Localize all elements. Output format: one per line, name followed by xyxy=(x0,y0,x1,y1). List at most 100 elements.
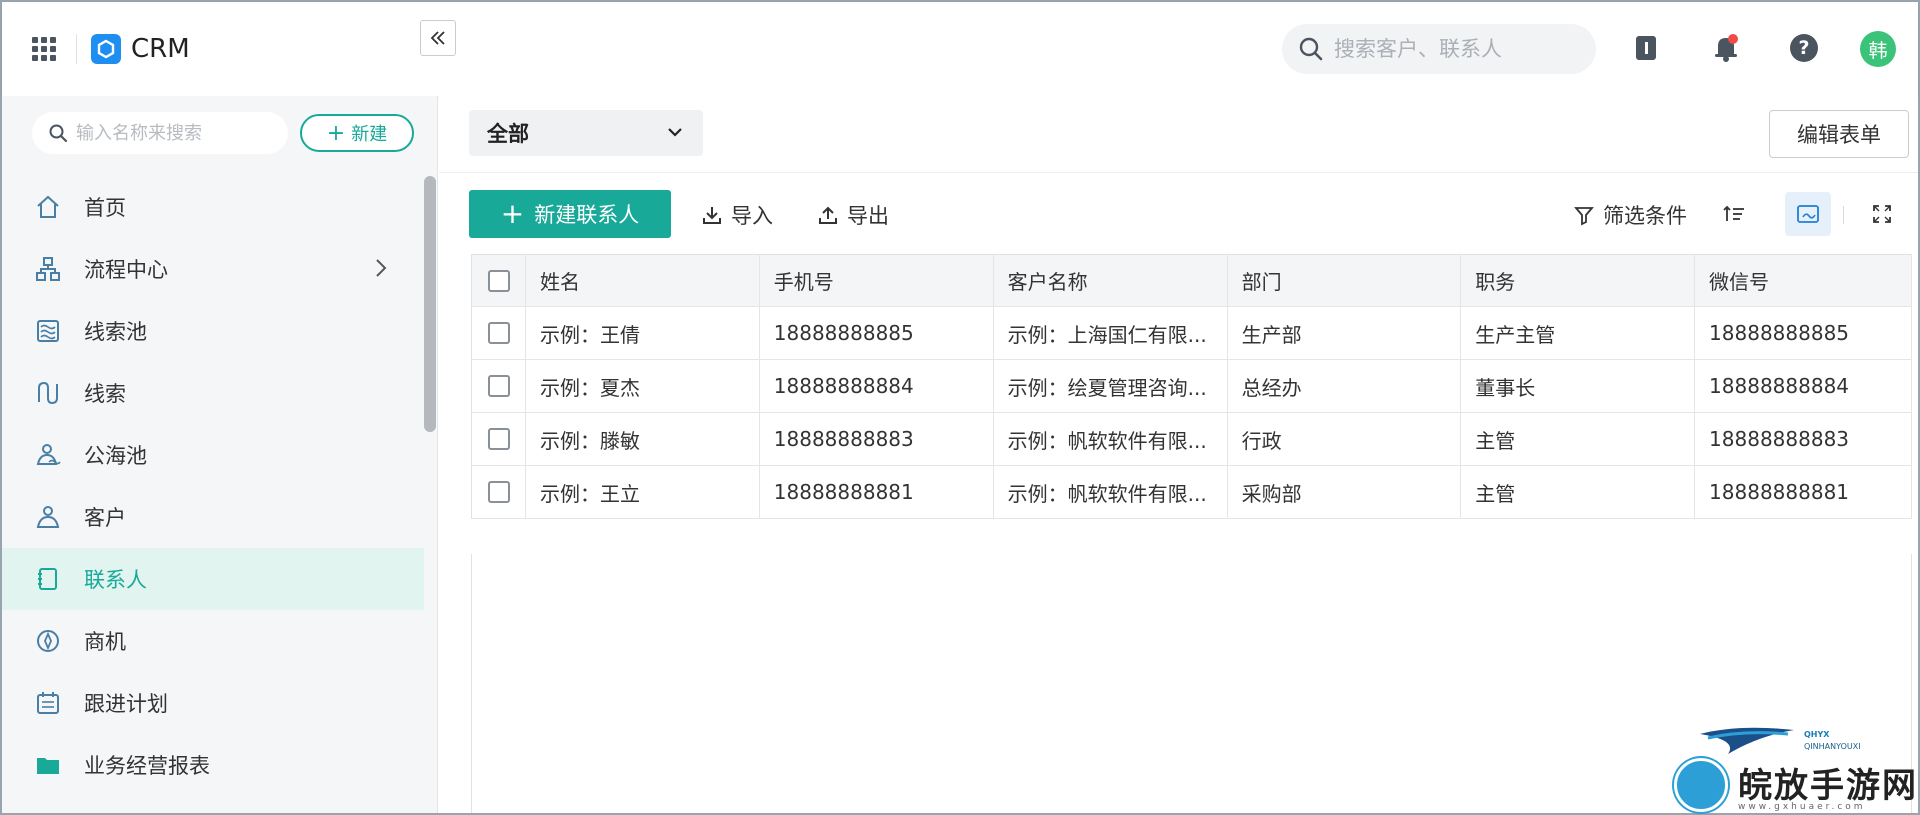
sidebar-item-label: 线索 xyxy=(84,382,126,406)
row-checkbox[interactable] xyxy=(488,481,510,503)
watermark-brand: QHYX xyxy=(1804,730,1830,739)
new-contact-button[interactable]: + 新建联系人 xyxy=(469,190,671,238)
column-header[interactable]: 客户名称 xyxy=(993,254,1228,307)
cell-department: 采购部 xyxy=(1227,465,1462,519)
sidebar-item-label: 联系人 xyxy=(84,568,147,592)
row-checkbox[interactable] xyxy=(488,322,510,344)
row-checkbox[interactable] xyxy=(488,375,510,397)
home-icon xyxy=(34,193,62,221)
sidebar-item-business-report[interactable]: 业务经营报表 xyxy=(2,734,424,796)
cell-wechat: 18888888881 xyxy=(1694,465,1912,519)
public-pool-icon xyxy=(34,441,62,469)
watermark-url: www.gxhuaer.com xyxy=(1738,802,1866,812)
notification-bell-icon[interactable] xyxy=(1710,32,1742,64)
sort-icon xyxy=(1723,205,1744,221)
cell-phone: 18888888885 xyxy=(759,306,994,360)
sidebar-item-flow-center[interactable]: 流程中心 xyxy=(2,238,424,300)
row-select-cell xyxy=(471,465,526,519)
export-label: 导出 xyxy=(847,204,889,228)
chevron-down-icon xyxy=(665,122,685,147)
column-header[interactable]: 职务 xyxy=(1460,254,1696,307)
cell-phone: 18888888884 xyxy=(759,359,994,413)
customer-icon xyxy=(34,503,62,531)
row-select-cell xyxy=(471,359,526,413)
table-row[interactable]: 示例：王立 18888888881 示例：帆软软件有限... 采购部 主管 18… xyxy=(471,465,1912,519)
sidebar-item-opportunity[interactable]: 商机 xyxy=(2,610,424,672)
import-button[interactable]: 导入 xyxy=(701,200,773,230)
flow-icon xyxy=(34,255,62,283)
column-header[interactable]: 手机号 xyxy=(759,254,994,307)
sidebar-new-button[interactable]: + 新建 xyxy=(300,114,414,152)
filter-button[interactable]: 筛选条件 xyxy=(1573,200,1687,230)
cell-position: 生产主管 xyxy=(1460,306,1696,360)
row-select-cell xyxy=(471,306,526,360)
sidebar-item-contacts[interactable]: 联系人 xyxy=(2,548,424,610)
sidebar: + 新建 首页 流程中心 线索池 线索 公海池 客户 xyxy=(2,96,438,813)
sidebar-item-label: 公海池 xyxy=(84,444,147,468)
cell-customer[interactable]: 示例：帆软软件有限... xyxy=(993,465,1228,519)
watermark-octopus-icon xyxy=(1674,758,1728,812)
watermark-swoosh-icon xyxy=(1700,727,1794,754)
sidebar-item-label: 商机 xyxy=(84,630,126,654)
app-logo[interactable]: CRM xyxy=(91,34,190,64)
cell-department: 生产部 xyxy=(1227,306,1462,360)
sidebar-scrollbar[interactable] xyxy=(424,176,436,432)
cell-customer[interactable]: 示例：绘夏管理咨询... xyxy=(993,359,1228,413)
upload-icon xyxy=(819,206,837,224)
select-all-checkbox[interactable] xyxy=(488,269,510,292)
app-grid-icon[interactable] xyxy=(32,37,56,61)
new-contact-label: 新建联系人 xyxy=(534,203,640,227)
sidebar-nav: 首页 流程中心 线索池 线索 公海池 客户 联系人 商机 跟进计划 业务经营报表 xyxy=(2,176,424,796)
import-label: 导入 xyxy=(731,204,773,228)
export-button[interactable]: 导出 xyxy=(817,200,889,230)
row-checkbox[interactable] xyxy=(488,428,510,450)
column-header[interactable]: 姓名 xyxy=(525,254,760,307)
sidebar-item-label: 跟进计划 xyxy=(84,692,168,716)
sidebar-item-public-pool[interactable]: 公海池 xyxy=(2,424,424,486)
cell-wechat: 18888888884 xyxy=(1694,359,1912,413)
app-name: CRM xyxy=(131,34,190,64)
download-icon xyxy=(703,207,721,224)
cell-customer[interactable]: 示例：上海国仁有限... xyxy=(993,306,1228,360)
edit-form-button[interactable]: 编辑表单 xyxy=(1769,110,1909,158)
cell-name[interactable]: 示例：王立 xyxy=(525,465,760,519)
cell-name[interactable]: 示例：夏杰 xyxy=(525,359,760,413)
row-select-cell xyxy=(471,412,526,466)
sidebar-item-home[interactable]: 首页 xyxy=(2,176,424,238)
global-search[interactable] xyxy=(1282,24,1596,74)
sidebar-item-customer[interactable]: 客户 xyxy=(2,486,424,548)
sidebar-search[interactable] xyxy=(32,112,288,154)
sidebar-item-lead-pool[interactable]: 线索池 xyxy=(2,300,424,362)
view-select[interactable]: 全部 xyxy=(469,110,703,156)
column-header[interactable]: 微信号 xyxy=(1694,254,1912,307)
column-header[interactable]: 部门 xyxy=(1227,254,1462,307)
address-book-icon[interactable] xyxy=(1630,32,1662,64)
cell-phone: 18888888881 xyxy=(759,465,994,519)
sort-button[interactable] xyxy=(1711,192,1757,236)
fullscreen-button[interactable] xyxy=(1859,192,1905,236)
sidebar-item-label: 流程中心 xyxy=(84,258,168,282)
user-avatar[interactable]: 韩 xyxy=(1860,31,1896,67)
collapse-sidebar-button[interactable] xyxy=(420,20,456,56)
view-select-value: 全部 xyxy=(487,122,529,146)
sidebar-item-lead[interactable]: 线索 xyxy=(2,362,424,424)
table-header-row: 姓名 手机号 客户名称 部门 职务 微信号 xyxy=(471,254,1912,307)
watermark-text: 皖放手游网 xyxy=(1738,766,1918,806)
divider xyxy=(1843,206,1844,224)
sidebar-item-label: 客户 xyxy=(84,506,126,530)
table-row[interactable]: 示例：夏杰 18888888884 示例：绘夏管理咨询... 总经办 董事长 1… xyxy=(471,359,1912,413)
sidebar-item-follow-plan[interactable]: 跟进计划 xyxy=(2,672,424,734)
sidebar-search-input[interactable] xyxy=(76,122,276,144)
cell-name[interactable]: 示例：王倩 xyxy=(525,306,760,360)
global-search-input[interactable] xyxy=(1334,37,1574,61)
cell-name[interactable]: 示例：滕敏 xyxy=(525,412,760,466)
filter-label: 筛选条件 xyxy=(1603,204,1687,228)
card-view-icon xyxy=(1797,205,1819,223)
cell-position: 主管 xyxy=(1460,465,1696,519)
cell-customer[interactable]: 示例：帆软软件有限... xyxy=(993,412,1228,466)
help-icon-wrap[interactable]: ? xyxy=(1788,32,1820,64)
table-row[interactable]: 示例：滕敏 18888888883 示例：帆软软件有限... 行政 主管 188… xyxy=(471,412,1912,466)
table-row[interactable]: 示例：王倩 18888888885 示例：上海国仁有限... 生产部 生产主管 … xyxy=(471,306,1912,360)
view-mode-button[interactable] xyxy=(1785,192,1831,236)
sidebar-new-label: 新建 xyxy=(351,124,388,145)
